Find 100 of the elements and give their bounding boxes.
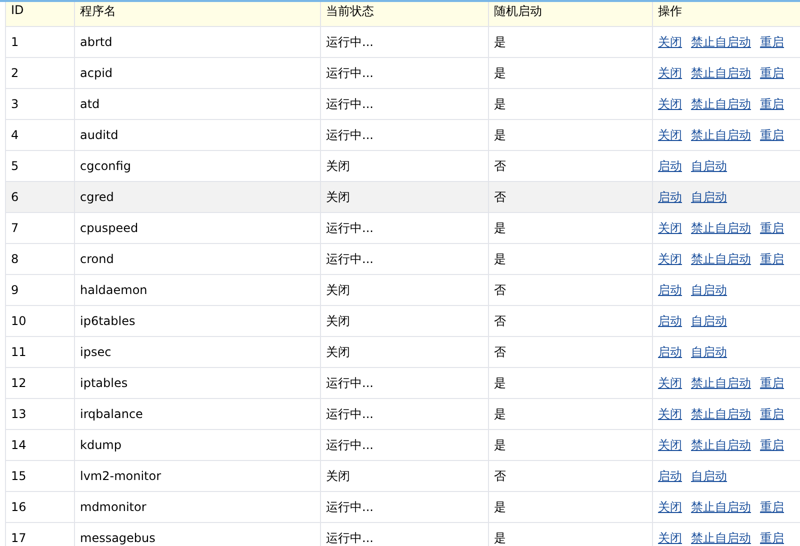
action-link[interactable]: 自启动 bbox=[691, 314, 727, 328]
action-link[interactable]: 重启 bbox=[760, 500, 784, 514]
action-link[interactable]: 自启动 bbox=[691, 344, 727, 358]
column-header: 当前状态 bbox=[320, 2, 488, 26]
action-link[interactable]: 重启 bbox=[760, 220, 784, 234]
table-row[interactable]: 6 cgred 关闭 否 启动 自启动 bbox=[6, 182, 800, 212]
table-row[interactable]: 10 ip6tables 关闭 否 启动 自启动 bbox=[6, 306, 800, 336]
table-cell: 否 bbox=[494, 282, 506, 296]
table-cell: 运行中... bbox=[326, 96, 374, 110]
table-row[interactable]: 1 abrtd 运行中... 是 关闭 禁止自启动 重启 bbox=[6, 26, 800, 58]
table-row[interactable]: 13 irqbalance 运行中... 是 关闭 禁止自启动 重启 bbox=[6, 398, 800, 430]
table-cell: 是 bbox=[494, 530, 506, 544]
column-header: 程序名 bbox=[74, 2, 320, 26]
table-cell: 否 bbox=[494, 190, 506, 204]
action-link[interactable]: 启动 bbox=[658, 344, 682, 358]
table-cell: acpid bbox=[80, 66, 113, 80]
table-row[interactable]: 9 haldaemon 关闭 否 启动 自启动 bbox=[6, 274, 800, 306]
table-row[interactable]: 2 acpid 运行中... 是 关闭 禁止自启动 重启 bbox=[6, 58, 800, 88]
action-link[interactable]: 启动 bbox=[658, 158, 682, 172]
action-link[interactable]: 关闭 bbox=[658, 406, 682, 420]
action-link[interactable]: 自启动 bbox=[691, 282, 727, 296]
action-link[interactable]: 重启 bbox=[760, 376, 784, 390]
action-link[interactable]: 重启 bbox=[760, 252, 784, 266]
action-link[interactable]: 禁止自启动 bbox=[691, 500, 751, 514]
table-cell: 关闭 bbox=[326, 158, 350, 172]
table-row[interactable]: 17 messagebus 运行中... 是 关闭 禁止自启动 重启 bbox=[6, 522, 800, 546]
action-link[interactable]: 重启 bbox=[760, 34, 784, 48]
table-row[interactable]: 15 lvm2-monitor 关闭 否 启动 自启动 bbox=[6, 460, 800, 492]
action-link[interactable]: 禁止自启动 bbox=[691, 66, 751, 80]
action-link[interactable]: 重启 bbox=[760, 530, 784, 544]
table-cell: 运行中... bbox=[326, 128, 374, 142]
table-row[interactable]: 7 cpuspeed 运行中... 是 关闭 禁止自启动 重启 bbox=[6, 212, 800, 244]
table-row[interactable]: 16 mdmonitor 运行中... 是 关闭 禁止自启动 重启 bbox=[6, 492, 800, 522]
table-cell: 否 bbox=[494, 468, 506, 482]
action-link[interactable]: 禁止自启动 bbox=[691, 376, 751, 390]
table-cell: lvm2-monitor bbox=[80, 469, 162, 483]
table-cell: mdmonitor bbox=[80, 500, 146, 514]
table-cell: 运行中... bbox=[326, 220, 374, 234]
column-header: 操作 bbox=[652, 2, 800, 26]
table-row[interactable]: 11 ipsec 关闭 否 启动 自启动 bbox=[6, 336, 800, 368]
table-row[interactable]: 5 cgconfig 关闭 否 启动 自启动 bbox=[6, 150, 800, 182]
action-link[interactable]: 关闭 bbox=[658, 66, 682, 80]
action-link[interactable]: 自启动 bbox=[691, 468, 727, 482]
table-cell: crond bbox=[80, 252, 114, 266]
table-cell: 16 bbox=[11, 500, 26, 514]
action-link[interactable]: 重启 bbox=[760, 96, 784, 110]
table-row[interactable]: 8 crond 运行中... 是 关闭 禁止自启动 重启 bbox=[6, 244, 800, 274]
action-link[interactable]: 禁止自启动 bbox=[691, 34, 751, 48]
table-cell: 是 bbox=[494, 376, 506, 390]
action-link[interactable]: 自启动 bbox=[691, 190, 727, 204]
table-cell: 14 bbox=[11, 438, 26, 452]
table-cell: 是 bbox=[494, 34, 506, 48]
table-row[interactable]: 12 iptables 运行中... 是 关闭 禁止自启动 重启 bbox=[6, 368, 800, 398]
action-link[interactable]: 重启 bbox=[760, 66, 784, 80]
action-link[interactable]: 禁止自启动 bbox=[691, 438, 751, 452]
table-cell: 5 bbox=[11, 159, 19, 173]
table-row[interactable]: 4 auditd 运行中... 是 关闭 禁止自启动 重启 bbox=[6, 120, 800, 150]
column-header: ID bbox=[6, 2, 74, 26]
table-cell: 3 bbox=[11, 97, 19, 111]
action-link[interactable]: 禁止自启动 bbox=[691, 96, 751, 110]
table-cell: 是 bbox=[494, 220, 506, 234]
action-link[interactable]: 关闭 bbox=[658, 96, 682, 110]
table-cell: abrtd bbox=[80, 35, 112, 49]
action-link[interactable]: 关闭 bbox=[658, 376, 682, 390]
table-cell: 运行中... bbox=[326, 376, 374, 390]
action-link[interactable]: 重启 bbox=[760, 128, 784, 142]
action-link[interactable]: 关闭 bbox=[658, 220, 682, 234]
action-link[interactable]: 启动 bbox=[658, 468, 682, 482]
action-link[interactable]: 关闭 bbox=[658, 438, 682, 452]
action-link[interactable]: 关闭 bbox=[658, 500, 682, 514]
action-link[interactable]: 重启 bbox=[760, 406, 784, 420]
action-link[interactable]: 禁止自启动 bbox=[691, 220, 751, 234]
action-link[interactable]: 禁止自启动 bbox=[691, 252, 751, 266]
table-cell: 运行中... bbox=[326, 530, 374, 544]
table-cell: 12 bbox=[11, 376, 26, 390]
action-link[interactable]: 自启动 bbox=[691, 158, 727, 172]
action-link[interactable]: 重启 bbox=[760, 438, 784, 452]
action-link[interactable]: 关闭 bbox=[658, 530, 682, 544]
action-link[interactable]: 关闭 bbox=[658, 34, 682, 48]
column-header: 随机启动 bbox=[488, 2, 652, 26]
table-cell: 9 bbox=[11, 283, 19, 297]
table-cell: 是 bbox=[494, 252, 506, 266]
table-cell: 运行中... bbox=[326, 252, 374, 266]
table-cell: cpuspeed bbox=[80, 221, 138, 235]
table-cell: kdump bbox=[80, 438, 122, 452]
table-row[interactable]: 3 atd 运行中... 是 关闭 禁止自启动 重启 bbox=[6, 88, 800, 120]
table-cell: 关闭 bbox=[326, 314, 350, 328]
action-link[interactable]: 关闭 bbox=[658, 252, 682, 266]
table-row[interactable]: 14 kdump 运行中... 是 关闭 禁止自启动 重启 bbox=[6, 430, 800, 460]
action-link[interactable]: 启动 bbox=[658, 314, 682, 328]
table-cell: 否 bbox=[494, 158, 506, 172]
action-link[interactable]: 关闭 bbox=[658, 128, 682, 142]
action-link[interactable]: 启动 bbox=[658, 282, 682, 296]
table-cell: 运行中... bbox=[326, 66, 374, 80]
table-cell: cgconfig bbox=[80, 159, 131, 173]
table-cell: 是 bbox=[494, 406, 506, 420]
action-link[interactable]: 禁止自启动 bbox=[691, 406, 751, 420]
action-link[interactable]: 禁止自启动 bbox=[691, 530, 751, 544]
action-link[interactable]: 禁止自启动 bbox=[691, 128, 751, 142]
action-link[interactable]: 启动 bbox=[658, 190, 682, 204]
